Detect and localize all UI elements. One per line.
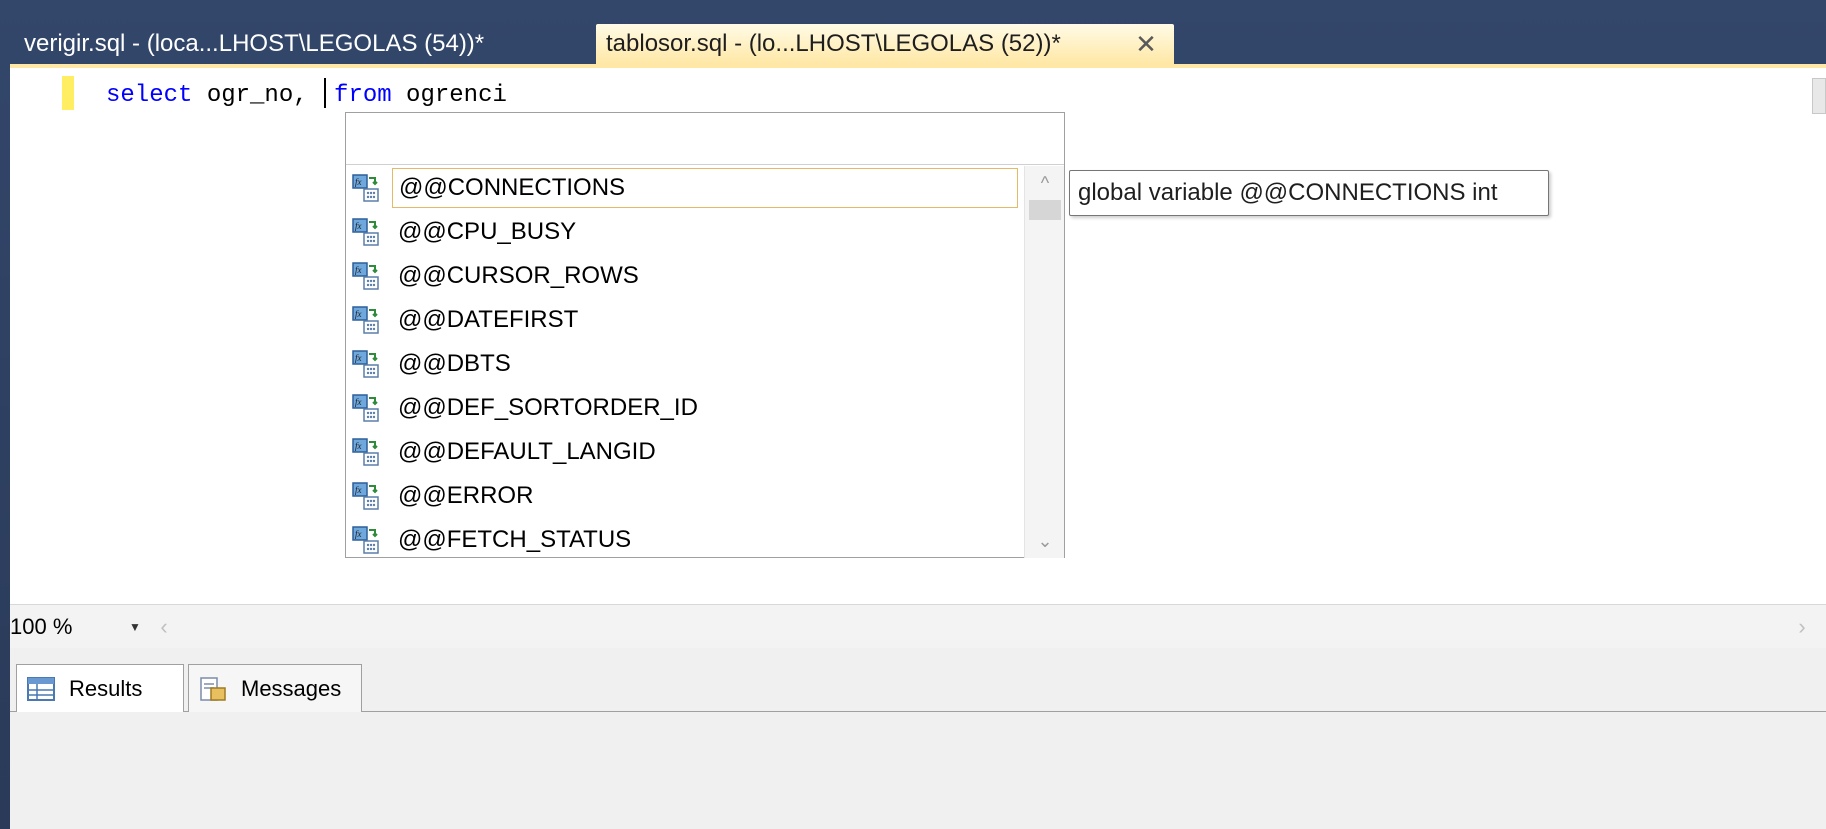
tab-messages[interactable]: Messages xyxy=(188,664,362,712)
svg-text:fx: fx xyxy=(355,353,362,363)
completion-item[interactable]: fx @@CURSOR_ROWS xyxy=(346,254,1022,298)
tab-results[interactable]: Results xyxy=(16,664,184,712)
sql-text: ogr_no, xyxy=(192,82,323,109)
completion-item-label: @@DBTS xyxy=(398,350,511,377)
svg-text:fx: fx xyxy=(355,177,362,187)
svg-text:fx: fx xyxy=(355,221,362,231)
change-marker xyxy=(62,76,74,110)
completion-item-label: @@CURSOR_ROWS xyxy=(398,262,639,289)
sql-keyword: select xyxy=(106,82,193,109)
tab-label: verigir.sql - (loca...LHOST\LEGOLAS (54)… xyxy=(24,30,485,57)
global-variable-icon: fx xyxy=(352,394,379,422)
tab-label: tablosor.sql - (lo...LHOST\LEGOLAS (52))… xyxy=(606,30,1061,57)
vertical-scrollbar[interactable] xyxy=(1812,78,1826,114)
global-variable-icon: fx xyxy=(352,174,379,202)
completion-item[interactable]: fx @@ERROR xyxy=(346,474,1022,518)
global-variable-icon: fx xyxy=(352,262,379,290)
svg-text:fx: fx xyxy=(355,309,362,319)
svg-text:fx: fx xyxy=(355,265,362,275)
completion-item[interactable]: fx @@DATEFIRST xyxy=(346,298,1022,342)
quick-info-tooltip: global variable @@CONNECTIONS int xyxy=(1069,170,1549,216)
editor-frame: select ogr_no, from ogrenci fx @@CONNECTI… xyxy=(10,64,1826,829)
completion-item-label: @@CPU_BUSY xyxy=(398,218,577,245)
global-variable-icon: fx xyxy=(352,482,379,510)
document-tab-strip: verigir.sql - (loca...LHOST\LEGOLAS (54)… xyxy=(0,0,1826,64)
global-variable-icon: fx xyxy=(352,438,379,466)
zoom-level[interactable]: 100 % xyxy=(10,605,72,649)
completion-scrollbar[interactable]: ^ ⌄ xyxy=(1024,166,1064,558)
scroll-up-icon[interactable]: ^ xyxy=(1025,168,1065,198)
scroll-right-icon[interactable]: › xyxy=(1790,605,1814,649)
chevron-down-icon[interactable]: ▼ xyxy=(122,605,148,649)
completion-item[interactable]: fx @@DEF_SORTORDER_ID xyxy=(346,386,1022,430)
completion-item[interactable]: fx @@CONNECTIONS xyxy=(346,166,1022,210)
tab-tablosor-sql[interactable]: tablosor.sql - (lo...LHOST\LEGOLAS (52))… xyxy=(596,24,1174,64)
intellisense-completion-list[interactable]: fx @@CONNECTIONS fx @@CPU_BUSY fx @@CURSOR_RO… xyxy=(345,112,1065,558)
text-caret xyxy=(324,77,327,108)
completion-item[interactable]: fx @@FETCH_STATUS xyxy=(346,518,1022,562)
completion-item-label: @@ERROR xyxy=(398,482,534,509)
scroll-thumb[interactable] xyxy=(1029,200,1061,220)
global-variable-icon: fx xyxy=(352,306,379,334)
svg-text:fx: fx xyxy=(355,441,362,451)
scroll-down-icon[interactable]: ⌄ xyxy=(1025,526,1065,556)
results-tab-strip: Results Messages xyxy=(10,648,1826,712)
completion-filter-input[interactable] xyxy=(346,113,1064,165)
completion-item[interactable]: fx @@CPU_BUSY xyxy=(346,210,1022,254)
grid-icon xyxy=(27,676,55,701)
tab-label: Results xyxy=(69,675,143,701)
global-variable-icon: fx xyxy=(352,350,379,378)
results-pane: Results Messages xyxy=(10,648,1826,829)
query-editor[interactable]: select ogr_no, from ogrenci fx @@CONNECTI… xyxy=(10,68,1826,604)
global-variable-icon: fx xyxy=(352,526,379,554)
svg-text:fx: fx xyxy=(355,485,362,495)
completion-item-label: @@DEF_SORTORDER_ID xyxy=(398,394,698,421)
completion-item-label: @@CONNECTIONS xyxy=(392,168,1018,208)
completion-item[interactable]: fx @@DBTS xyxy=(346,342,1022,386)
completion-item[interactable]: fx @@DEFAULT_LANGID xyxy=(346,430,1022,474)
completion-item-label: @@FETCH_STATUS xyxy=(398,526,632,553)
ssms-window: verigir.sql - (loca...LHOST\LEGOLAS (54)… xyxy=(0,0,1826,829)
code-line[interactable]: select ogr_no, from ogrenci xyxy=(106,76,507,116)
svg-text:fx: fx xyxy=(355,529,362,539)
tab-label: Messages xyxy=(241,675,342,701)
completion-item-label: @@DEFAULT_LANGID xyxy=(398,438,656,465)
svg-text:fx: fx xyxy=(355,397,362,407)
completion-item-label: @@DATEFIRST xyxy=(398,306,579,333)
messages-icon xyxy=(200,676,226,701)
global-variable-icon: fx xyxy=(352,218,379,246)
zoom-bar: 100 % ▼ ‹ › xyxy=(10,604,1826,648)
tab-verigir-sql[interactable]: verigir.sql - (loca...LHOST\LEGOLAS (54)… xyxy=(14,24,574,64)
sql-keyword: from xyxy=(334,82,392,109)
close-icon[interactable]: ✕ xyxy=(1132,24,1160,64)
scroll-left-icon[interactable]: ‹ xyxy=(152,605,176,649)
sql-text: ogrenci xyxy=(391,82,507,109)
completion-items: fx @@CONNECTIONS fx @@CPU_BUSY fx @@CURSOR_RO… xyxy=(346,166,1022,558)
